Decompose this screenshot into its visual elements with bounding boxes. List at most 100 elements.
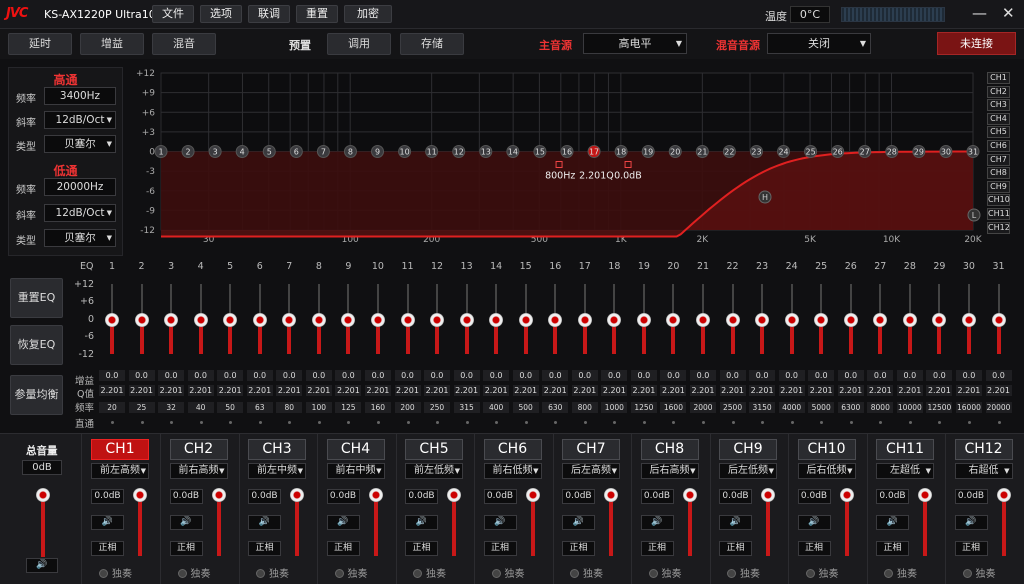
channel-solo-toggle[interactable]: 独奏 [491, 565, 525, 580]
channel-position-select[interactable]: 右超低 ▼ [954, 463, 1013, 479]
channel-slider-knob[interactable] [290, 488, 304, 502]
eq-q-value[interactable]: 2.201 [867, 385, 894, 396]
eq-bypass-toggle[interactable] [731, 421, 735, 424]
param-eq-button[interactable]: 参量均衡 [10, 375, 63, 415]
channel-slider-knob[interactable] [133, 488, 147, 502]
eq-slider-knob[interactable] [459, 313, 474, 327]
eq-slider-knob[interactable] [164, 313, 179, 327]
channel-slider-knob[interactable] [447, 488, 461, 502]
eq-gain-value[interactable]: 0.0 [276, 370, 303, 381]
channel-gain-value[interactable]: 0.0dB [326, 489, 360, 504]
eq-q-value[interactable]: 2.201 [630, 385, 657, 396]
lp-freq-field[interactable]: 20000Hz [44, 178, 116, 196]
eq-slider-knob[interactable] [961, 313, 976, 327]
channel-solo-toggle[interactable]: 独奏 [99, 565, 132, 580]
channel-button[interactable]: CH8 [640, 439, 699, 460]
eq-q-value[interactable]: 2.201 [394, 385, 421, 396]
graph-channel-chip[interactable]: CH6 [987, 140, 1010, 152]
eq-gain-value[interactable]: 0.0 [424, 370, 451, 381]
channel-button[interactable]: CH2 [169, 439, 228, 460]
graph-channel-chip[interactable]: CH7 [987, 153, 1010, 166]
eq-freq-value[interactable]: 8000 [867, 402, 894, 413]
channel-solo-toggle[interactable]: 独奏 [805, 565, 839, 580]
lp-slope-select[interactable]: 12dB/Oct ▼ [44, 204, 116, 222]
eq-freq-value[interactable]: 40 [187, 402, 214, 413]
eq-bypass-toggle[interactable] [702, 421, 705, 424]
channel-gain-value[interactable]: 0.0dB [640, 489, 674, 504]
eq-bypass-toggle[interactable] [938, 421, 942, 424]
eq-gain-value[interactable]: 0.0 [158, 370, 185, 381]
channel-button[interactable]: CH12 [954, 439, 1013, 460]
eq-q-value[interactable]: 2.201 [364, 385, 391, 396]
eq-q-value[interactable]: 2.201 [128, 385, 155, 396]
eq-slider-knob[interactable] [311, 313, 326, 327]
channel-gain-value[interactable]: 0.0dB [91, 489, 124, 504]
eq-slider-knob[interactable] [902, 313, 917, 327]
channel-solo-toggle[interactable]: 独奏 [727, 565, 760, 580]
eq-gain-value[interactable]: 0.0 [246, 370, 273, 381]
channel-position-select[interactable]: 后右低频 ▼ [797, 463, 856, 479]
eq-slider-knob[interactable] [755, 313, 770, 327]
speaker-icon[interactable]: 🔊 [405, 515, 438, 530]
eq-slider-knob[interactable] [548, 313, 563, 327]
menu-encrypt[interactable]: 加密 [344, 5, 392, 23]
eq-gain-value[interactable]: 0.0 [335, 370, 362, 381]
eq-gain-value[interactable]: 0.0 [128, 370, 155, 381]
eq-bypass-toggle[interactable] [613, 421, 617, 424]
channel-phase-button[interactable]: 正相 [562, 541, 595, 556]
eq-gain-value[interactable]: 0.0 [719, 370, 746, 381]
eq-q-value[interactable]: 2.201 [187, 385, 214, 396]
eq-q-value[interactable]: 2.201 [335, 385, 362, 396]
eq-freq-value[interactable]: 50 [217, 402, 244, 413]
eq-freq-value[interactable]: 1250 [630, 402, 657, 413]
eq-q-value[interactable]: 2.201 [99, 385, 125, 396]
graph-channel-chip[interactable]: CH1 [987, 72, 1010, 84]
eq-freq-value[interactable]: 6300 [837, 402, 864, 413]
eq-bypass-toggle[interactable] [583, 421, 587, 424]
channel-button[interactable]: CH7 [562, 439, 620, 460]
eq-slider-knob[interactable] [932, 313, 947, 327]
eq-bypass-toggle[interactable] [495, 421, 499, 424]
channel-phase-button[interactable]: 正相 [248, 541, 281, 556]
eq-q-value[interactable]: 2.201 [246, 385, 273, 396]
channel-slider-knob[interactable] [368, 488, 383, 502]
channel-gain-value[interactable]: 0.0dB [954, 489, 988, 504]
recall-button[interactable]: 调用 [327, 33, 391, 55]
graph-channel-chip[interactable]: CH10 [987, 194, 1010, 207]
channel-phase-button[interactable]: 正相 [169, 541, 203, 556]
channel-button[interactable]: CH5 [405, 439, 463, 460]
channel-position-select[interactable]: 前右中频 ▼ [326, 463, 385, 479]
eq-bypass-toggle[interactable] [199, 421, 203, 424]
channel-gain-value[interactable]: 0.0dB [169, 489, 203, 504]
eq-bypass-toggle[interactable] [849, 421, 853, 424]
eq-slider-knob[interactable] [814, 313, 829, 327]
eq-response-graph[interactable]: +12+9+6+30-3-6-9-1230 100 200 500 1K 2K 5K 10K 2… [133, 67, 983, 247]
eq-freq-value[interactable]: 32 [158, 402, 185, 413]
eq-q-value[interactable]: 2.201 [837, 385, 864, 396]
eq-freq-value[interactable]: 4000 [778, 402, 805, 413]
channel-button[interactable]: CH1 [91, 439, 149, 460]
eq-slider-knob[interactable] [725, 313, 740, 327]
channel-position-select[interactable]: 前左中频 ▼ [248, 463, 306, 479]
delay-button[interactable]: 延时 [8, 33, 72, 55]
channel-gain-value[interactable]: 0.0dB [876, 489, 909, 504]
eq-freq-value[interactable]: 16000 [955, 402, 982, 413]
eq-slider-knob[interactable] [252, 313, 267, 327]
channel-phase-button[interactable]: 正相 [719, 541, 752, 556]
graph-channel-chip[interactable]: CH8 [987, 167, 1010, 180]
speaker-icon[interactable]: 🔊 [640, 515, 674, 530]
channel-gain-value[interactable]: 0.0dB [562, 489, 595, 504]
eq-slider-knob[interactable] [518, 313, 533, 327]
eq-slider-knob[interactable] [370, 313, 385, 327]
eq-q-value[interactable]: 2.201 [719, 385, 746, 396]
channel-solo-toggle[interactable]: 独奏 [648, 565, 682, 580]
master-mute-icon[interactable]: 🔊 [26, 558, 58, 573]
eq-bypass-toggle[interactable] [642, 421, 646, 424]
eq-gain-value[interactable]: 0.0 [217, 370, 244, 381]
eq-slider-knob[interactable] [223, 313, 238, 327]
channel-slider-knob[interactable] [525, 488, 540, 502]
channel-solo-toggle[interactable]: 独奏 [177, 565, 211, 580]
eq-q-value[interactable]: 2.201 [985, 385, 1012, 396]
eq-q-value[interactable]: 2.201 [305, 385, 332, 396]
eq-freq-value[interactable]: 125 [335, 402, 362, 413]
